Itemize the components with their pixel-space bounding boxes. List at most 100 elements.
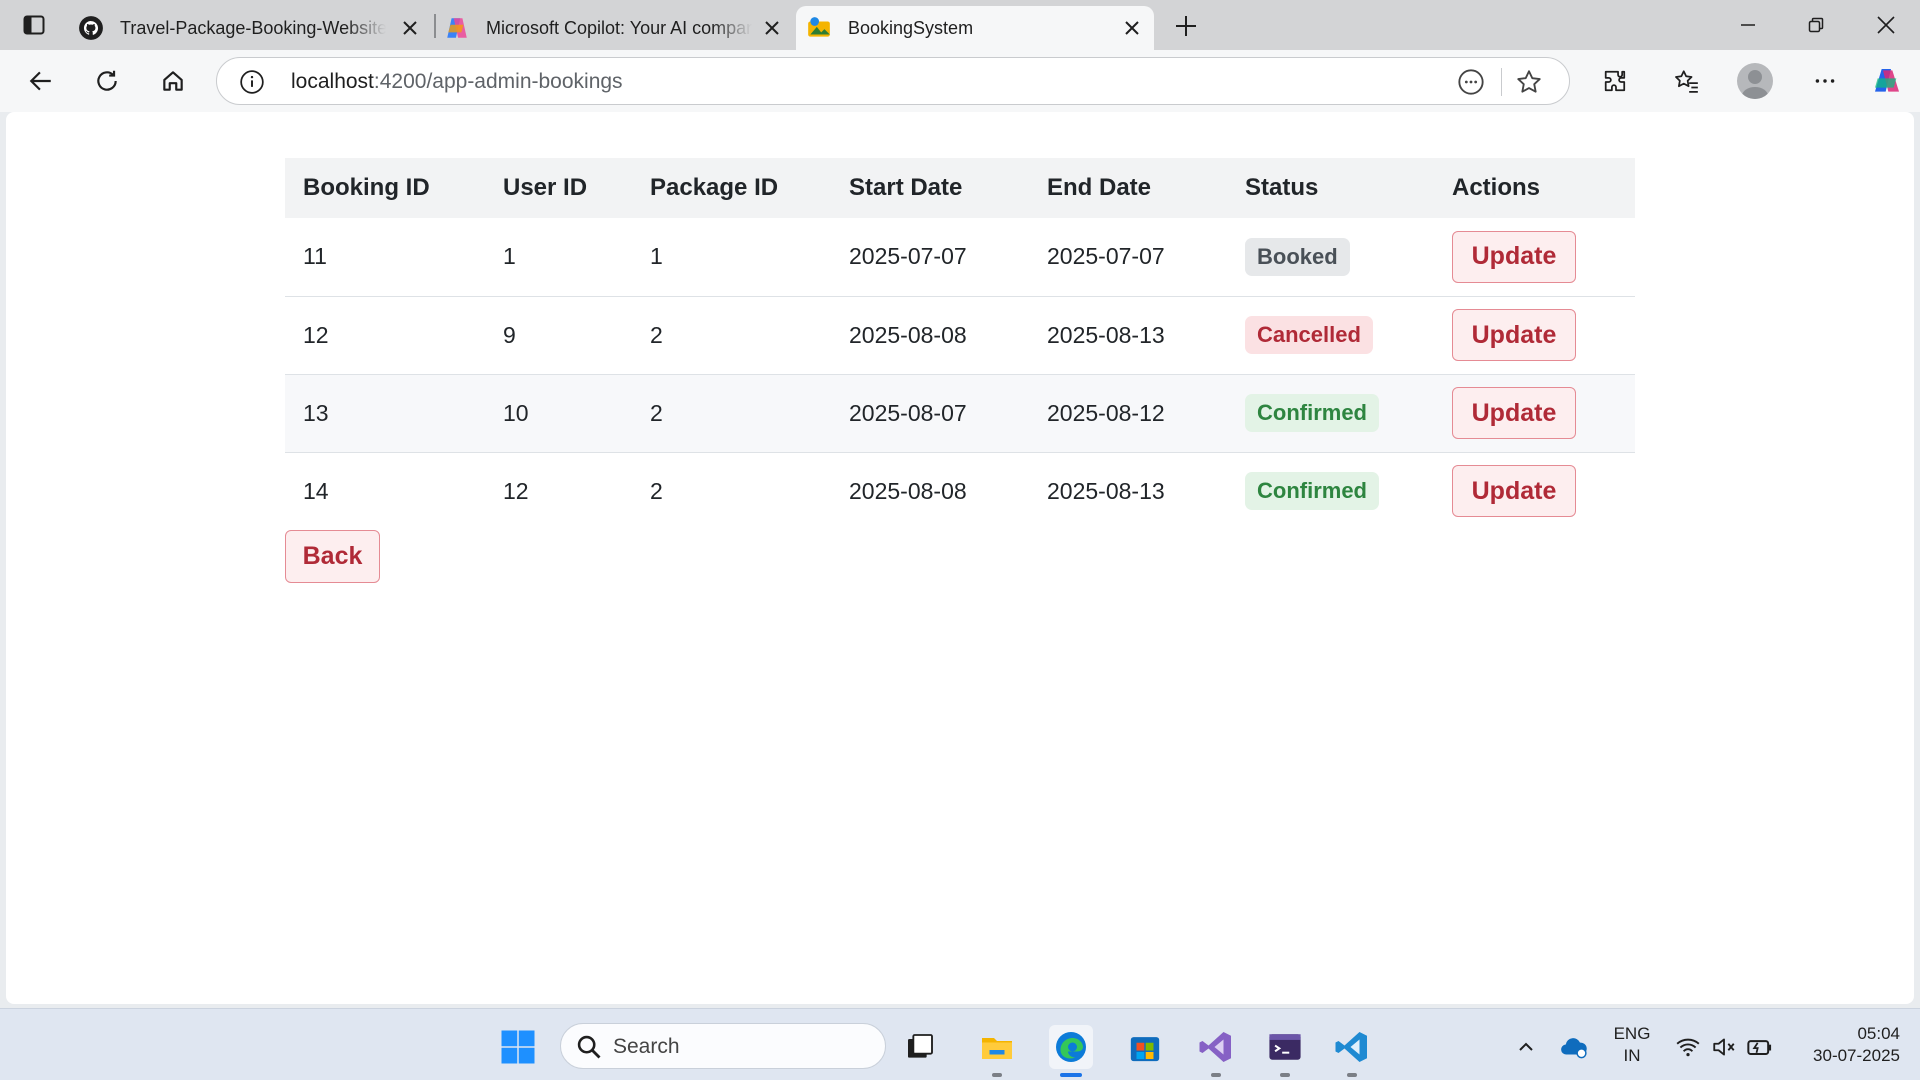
booking-id-cell: 14 <box>285 451 485 530</box>
taskbar-search[interactable]: Search <box>560 1023 886 1069</box>
terminal-icon[interactable] <box>1263 1025 1307 1077</box>
profile-avatar[interactable] <box>1737 63 1773 99</box>
windows-taskbar: Search ENG IN 05:04 30-07-2025 <box>0 1008 1920 1080</box>
user-id-cell: 10 <box>485 373 632 452</box>
update-button[interactable]: Update <box>1452 309 1576 361</box>
booking-id-cell: 11 <box>303 243 327 270</box>
minimize-icon[interactable] <box>1714 0 1782 50</box>
status-cell: Booked <box>1227 218 1434 296</box>
refresh-icon[interactable] <box>86 61 128 101</box>
show-hidden-icons-chevron-icon[interactable] <box>1504 1025 1548 1069</box>
end-date-cell: 2025-07-07 <box>1047 243 1165 270</box>
running-indicator <box>992 1073 1002 1077</box>
close-window-icon[interactable] <box>1852 0 1920 50</box>
more-options-icon[interactable] <box>1804 61 1846 101</box>
actions-cell: Update <box>1434 295 1635 374</box>
tab-divider <box>434 14 436 38</box>
status-cell: Cancelled <box>1227 295 1434 374</box>
language-code: ENG <box>1613 1024 1651 1043</box>
windows-start-icon[interactable] <box>496 1025 540 1069</box>
favorites-icon[interactable] <box>1666 61 1708 101</box>
column-header: End Date <box>1029 158 1227 218</box>
actions-cell: Update <box>1434 451 1635 530</box>
table-row: 12 9 2 2025-08-08 2025-08-13 Cancelled U… <box>285 295 1635 374</box>
battery-charging-icon[interactable] <box>1738 1025 1782 1069</box>
table-header-row: Booking ID User ID Package ID Start Date… <box>285 158 1635 218</box>
microsoft-store-icon[interactable] <box>1123 1025 1167 1069</box>
new-tab-icon[interactable] <box>1166 8 1206 44</box>
reading-mode-icon[interactable] <box>1457 68 1485 96</box>
actions-cell: Update <box>1434 373 1635 452</box>
end-date-cell: 2025-08-13 <box>1029 295 1227 374</box>
status-badge: Cancelled <box>1245 316 1373 354</box>
task-view-icon[interactable] <box>898 1025 942 1069</box>
home-icon[interactable] <box>152 61 194 101</box>
system-clock[interactable]: 05:04 30-07-2025 <box>1790 1023 1900 1067</box>
file-explorer-icon[interactable] <box>975 1025 1019 1077</box>
status-cell: Confirmed <box>1227 373 1434 452</box>
url-text[interactable]: localhost:4200/app-admin-bookings <box>291 70 623 94</box>
extensions-icon[interactable] <box>1594 61 1636 101</box>
github-icon <box>78 15 104 41</box>
tab-github[interactable]: Travel-Package-Booking-Website <box>78 6 432 50</box>
browser-toolbar: localhost:4200/app-admin-bookings <box>0 50 1920 112</box>
visual-studio-icon[interactable] <box>1194 1025 1238 1077</box>
copilot-icon[interactable] <box>1866 61 1908 101</box>
tab-copilot[interactable]: Microsoft Copilot: Your AI companion <box>444 6 794 50</box>
back-button[interactable]: Back <box>285 530 380 583</box>
tab-title: Travel-Package-Booking-Website <box>120 17 386 38</box>
package-id-cell: 2 <box>632 295 831 374</box>
user-id-cell: 9 <box>485 295 632 374</box>
search-icon <box>575 1033 603 1061</box>
region-code: IN <box>1623 1046 1641 1065</box>
update-button[interactable]: Update <box>1452 387 1576 439</box>
input-language-indicator[interactable]: ENG IN <box>1612 1023 1652 1067</box>
favorite-star-icon[interactable] <box>1515 68 1543 96</box>
status-cell: Confirmed <box>1227 451 1434 530</box>
column-header: Start Date <box>831 158 1029 218</box>
page-content: Booking ID User ID Package ID Start Date… <box>6 112 1914 1004</box>
table-row: 13 10 2 2025-08-07 2025-08-12 Confirmed … <box>285 373 1635 452</box>
package-id-cell: 2 <box>632 451 831 530</box>
user-id-cell: 1 <box>503 243 516 270</box>
booking-id-cell: 12 <box>285 295 485 374</box>
divider <box>1501 68 1502 96</box>
clock-time: 05:04 <box>1857 1024 1900 1043</box>
column-header: Actions <box>1434 158 1635 218</box>
url-path: :4200/app-admin-bookings <box>373 70 623 93</box>
vscode-icon[interactable] <box>1330 1025 1374 1077</box>
url-host: localhost <box>291 70 374 93</box>
back-arrow-icon[interactable] <box>20 61 62 101</box>
update-button[interactable]: Update <box>1452 465 1576 518</box>
close-tab-icon[interactable] <box>1120 16 1144 40</box>
update-button[interactable]: Update <box>1452 230 1576 283</box>
end-date-cell: 2025-08-12 <box>1029 373 1227 452</box>
address-bar[interactable]: localhost:4200/app-admin-bookings <box>216 57 1570 105</box>
status-badge: Confirmed <box>1245 394 1379 432</box>
close-tab-icon[interactable] <box>398 16 422 40</box>
running-indicator <box>1347 1073 1357 1077</box>
browser-tab-strip: Travel-Package-Booking-Website Microsoft… <box>0 0 1920 50</box>
tab-actions-icon[interactable] <box>14 8 54 42</box>
running-indicator <box>1280 1073 1290 1077</box>
site-info-icon[interactable] <box>239 69 265 95</box>
bookings-table-container: Booking ID User ID Package ID Start Date… <box>285 158 1635 530</box>
start-date-cell: 2025-08-08 <box>831 451 1029 530</box>
close-tab-icon[interactable] <box>760 16 784 40</box>
status-badge: Confirmed <box>1245 472 1379 511</box>
end-date-cell: 2025-08-13 <box>1029 451 1227 530</box>
restore-icon[interactable] <box>1782 0 1850 50</box>
edge-browser-icon[interactable] <box>1049 1025 1093 1077</box>
active-indicator <box>1060 1073 1082 1077</box>
tab-bookingsystem[interactable]: BookingSystem <box>796 6 1154 50</box>
column-header: Status <box>1227 158 1434 218</box>
column-header: Booking ID <box>285 158 485 218</box>
user-id-cell: 12 <box>485 451 632 530</box>
package-id-cell: 1 <box>650 243 663 270</box>
tab-title: Microsoft Copilot: Your AI companion <box>486 17 752 38</box>
actions-cell: Update <box>1434 218 1635 296</box>
booking-id-cell: 13 <box>285 373 485 452</box>
tab-title: BookingSystem <box>848 17 974 38</box>
copilot-icon <box>444 15 470 41</box>
onedrive-cloud-icon[interactable] <box>1552 1025 1596 1069</box>
